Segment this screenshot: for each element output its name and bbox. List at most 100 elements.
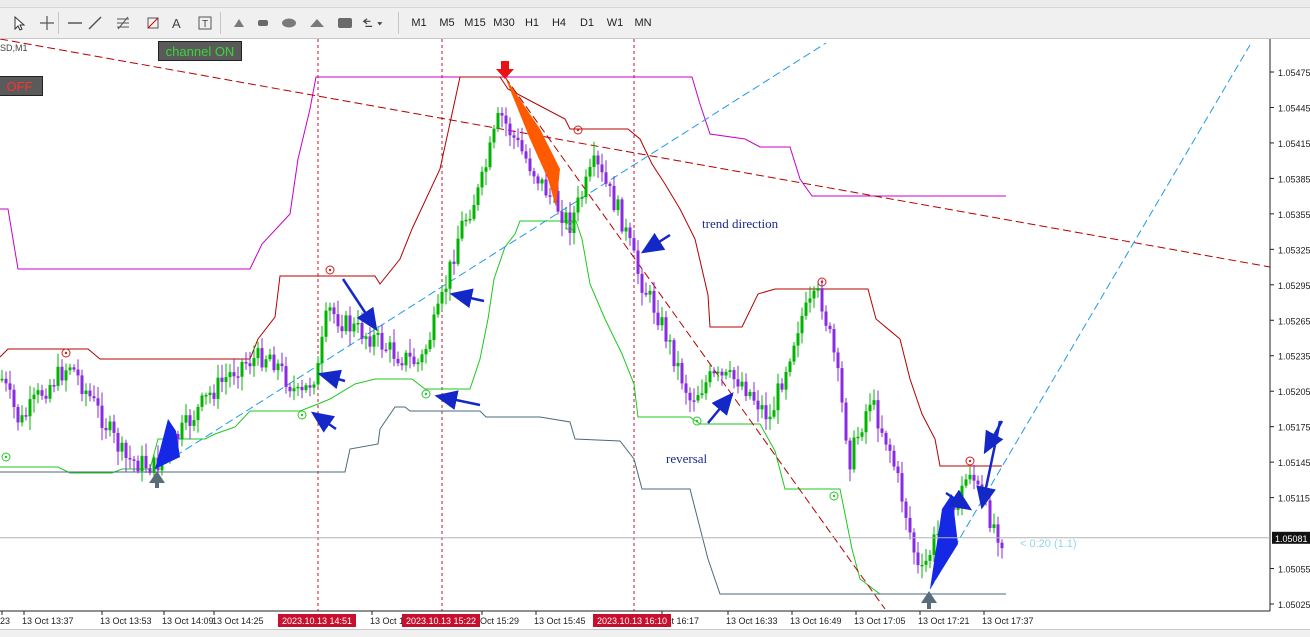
text-box-icon[interactable]: T [194, 12, 216, 34]
arrows-icon[interactable] [362, 12, 384, 34]
candle-body [356, 323, 360, 325]
timeframe-w1[interactable]: W1 [602, 13, 628, 33]
candle-body [816, 288, 820, 291]
candle-body [724, 371, 728, 376]
off-toggle-button[interactable]: OFF [0, 76, 43, 96]
rectangle-icon[interactable] [334, 12, 356, 34]
candle-body [228, 372, 232, 378]
reversal-label: reversal [666, 451, 708, 466]
candle-body [712, 371, 716, 374]
candle-body [60, 366, 64, 381]
timeframe-m15[interactable]: M15 [461, 13, 489, 33]
candle-body [956, 506, 960, 510]
candle-body [300, 386, 304, 391]
candle-body [916, 552, 920, 566]
candle-body [688, 392, 692, 401]
candle-body [812, 290, 816, 299]
candle-body [460, 220, 464, 239]
candle-body [780, 383, 784, 390]
trendline-icon[interactable] [84, 12, 106, 34]
stop-icon[interactable] [252, 12, 274, 34]
candle-body [908, 517, 912, 533]
candle-body [740, 381, 744, 387]
candle-body [808, 298, 812, 303]
candle-body [720, 371, 724, 376]
candle-body [524, 151, 528, 159]
candle-body [844, 402, 848, 441]
candle-body [888, 444, 892, 451]
timeframe-m5[interactable]: M5 [434, 13, 460, 33]
cursor-icon[interactable] [8, 12, 30, 34]
crosshair-icon[interactable] [36, 12, 58, 34]
candle-body [8, 383, 12, 390]
candle-body [900, 473, 904, 502]
candle-body [28, 399, 32, 417]
chart-grid [0, 39, 1270, 611]
candle-body [136, 460, 140, 472]
hline-icon[interactable] [64, 12, 86, 34]
candle-body [596, 155, 600, 165]
candle-body [124, 442, 128, 458]
candle-body [532, 171, 536, 177]
timeframe-d1[interactable]: D1 [574, 13, 600, 33]
upper-signal-dot [968, 459, 972, 463]
ellipse-icon[interactable] [278, 12, 300, 34]
candle-body [480, 171, 484, 188]
candle-body [0, 378, 4, 381]
price-tick-label: 1.05175 [1278, 423, 1310, 433]
candle-body [244, 362, 248, 364]
candle-body [872, 400, 876, 405]
candle-body [828, 325, 832, 330]
candle-body [472, 204, 476, 219]
price-tick-label: 1.05475 [1278, 68, 1310, 78]
candle-body [788, 361, 792, 372]
fibonacci-icon[interactable] [112, 12, 134, 34]
candle-body [388, 342, 392, 350]
candle-body [396, 358, 400, 364]
candle-body [52, 385, 56, 387]
price-tick-label: 1.05445 [1278, 103, 1310, 113]
channel-toggle-button[interactable]: channel ON [158, 41, 242, 61]
candle-body [528, 158, 532, 172]
candle-body [376, 332, 380, 335]
candle-body [576, 197, 580, 213]
timeframe-m30[interactable]: M30 [490, 13, 518, 33]
chart-area[interactable]: 1.05475 1.05445 1.05415 1.05385 1.05355 1.053… [0, 39, 1310, 629]
timeframe-h4[interactable]: H4 [546, 13, 572, 33]
time-highlight-label: 2023.10.13 14:51 [282, 616, 352, 626]
candle-body [784, 371, 788, 390]
toolbar-top-strip [0, 0, 1310, 8]
candle-body [876, 400, 880, 429]
candle-body [68, 367, 72, 371]
arrow-thumb-icon[interactable] [228, 12, 250, 34]
candle-body [368, 336, 372, 347]
candle-body [380, 332, 384, 350]
candle-body [464, 219, 468, 222]
candle-body [64, 370, 68, 381]
symbol-label: SD,M1 [0, 43, 28, 53]
candle-body [256, 348, 260, 359]
candle-body [56, 366, 60, 387]
price-tick-label: 1.05235 [1278, 352, 1310, 362]
candle-body [580, 197, 584, 199]
candle-body [44, 395, 48, 399]
time-highlight-label: 2023.10.13 15:22 [406, 616, 476, 626]
candle-body [504, 115, 508, 124]
candle-body [432, 314, 436, 341]
candle-body [880, 428, 884, 433]
triangle-icon[interactable] [306, 12, 328, 34]
fibo-fan-icon[interactable] [142, 12, 164, 34]
timeframe-mn[interactable]: MN [630, 13, 656, 33]
candle-body [336, 314, 340, 327]
candle-body [188, 415, 192, 426]
text-label-icon[interactable]: A [166, 12, 188, 34]
time-tick-label: 13 Oct 14:09 [162, 616, 214, 626]
price-tick-label: 1.05265 [1278, 316, 1310, 326]
candle-body [260, 348, 264, 368]
timeframe-h1[interactable]: H1 [519, 13, 545, 33]
candle-body [96, 398, 100, 406]
candle-body [684, 383, 688, 393]
candle-body [216, 377, 220, 399]
candle-body [4, 378, 8, 384]
timeframe-m1[interactable]: M1 [406, 13, 432, 33]
